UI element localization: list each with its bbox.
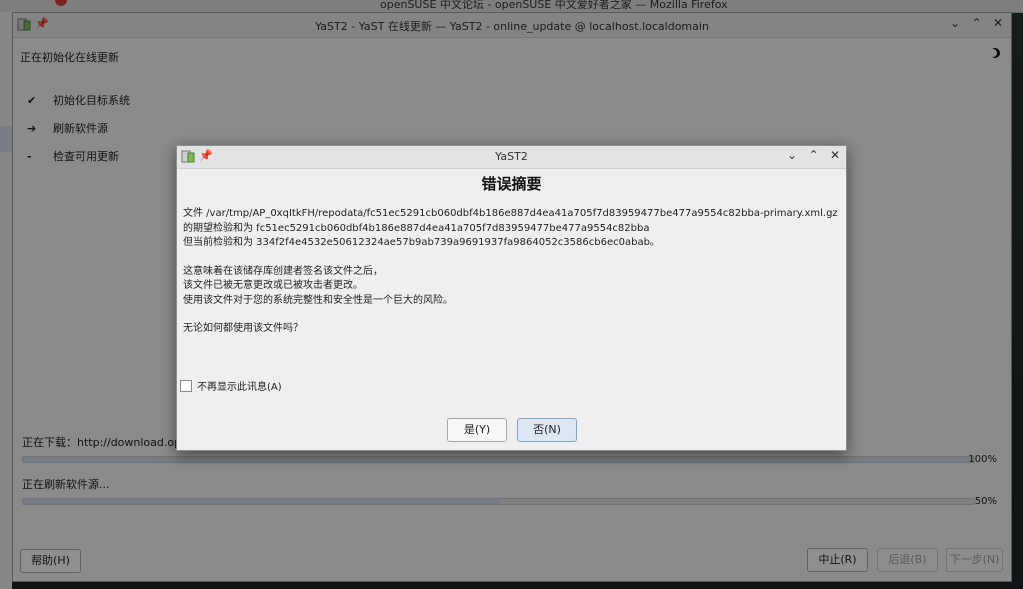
dialog-titlebar: 📌 YaST2 ⌄ ⌃ ✕ [177,146,846,169]
message-line-actual-checksum: 但当前检验和为 334f2f4e4532e50612324ae57b9ab739… [183,237,660,248]
dialog-message: 文件 /var/tmp/AP_0xqItkFH/repodata/fc51ec5… [183,207,843,337]
dont-show-again-checkbox[interactable]: 不再显示此讯息(A) [180,378,282,393]
message-line-meaning: 这意味着在该储存库创建者签名该文件之后， [183,265,383,277]
checkbox-label: 不再显示此讯息(A) [197,382,282,393]
dialog-title: YaST2 [495,150,528,163]
checkbox-box[interactable] [180,380,192,392]
no-button[interactable]: 否(N) [517,418,577,442]
minimize-icon[interactable]: ⌄ [783,148,801,162]
message-question: 无论如何都使用该文件吗？ [183,323,303,334]
yes-button[interactable]: 是(Y) [447,418,507,442]
dialog-heading: 错误摘要 [481,175,542,193]
maximize-icon[interactable]: ⌃ [805,148,823,162]
error-summary-dialog: 📌 YaST2 ⌄ ⌃ ✕ 错误摘要 文件 /var/tmp/AP_0xqItk… [176,145,847,451]
close-icon[interactable]: ✕ [826,148,844,162]
message-line-risk: 使用该文件对于您的系统完整性和安全性是一个巨大的风险。 [183,294,453,306]
message-line-expected-checksum: 文件 /var/tmp/AP_0xqItkFH/repodata/fc51ec5… [183,208,838,234]
message-line-modified: 该文件已被无意更改或已被攻击者更改。 [183,280,363,291]
